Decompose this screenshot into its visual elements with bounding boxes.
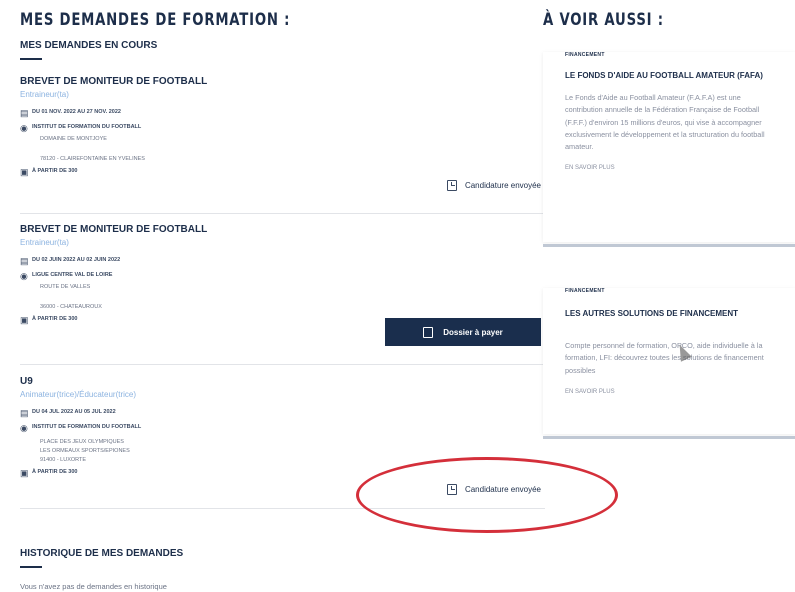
request-organisme: LIGUE CENTRE VAL DE LOIRE <box>32 272 113 278</box>
calendar-icon: ▤ <box>20 256 29 266</box>
request-role[interactable]: Entraineur(ta) <box>20 90 545 99</box>
pay-dossier-button[interactable]: Dossier à payer <box>385 318 541 346</box>
section-underline <box>20 58 42 60</box>
current-requests-label: MES DEMANDES EN COURS <box>20 40 158 51</box>
request-title: U9 <box>20 376 33 387</box>
card-text: Le Fonds d'Aide au Football Amateur (F.A… <box>565 93 765 152</box>
price-card-icon: ▣ <box>20 167 29 177</box>
request-address-line-2: LES ORMEAUX SPORTS/EPIONES <box>40 448 130 454</box>
request-title: BREVET DE MONITEUR DE FOOTBALL <box>20 76 208 87</box>
price-card-icon: ▣ <box>20 315 29 325</box>
request-price: À PARTIR DE 300 <box>32 469 78 475</box>
document-icon <box>423 326 434 338</box>
request-title: BREVET DE MONITEUR DE FOOTBALL <box>20 224 208 235</box>
divider <box>20 364 545 365</box>
request-role[interactable]: Entraineur(ta) <box>20 238 545 247</box>
document-icon <box>446 180 457 191</box>
request-dates: DU 01 NOV. 2022 AU 27 NOV. 2022 <box>32 109 121 115</box>
request-organisme: INSTITUT DE FORMATION DU FOOTBALL <box>32 424 142 430</box>
location-pin-icon: ◉ <box>20 123 28 133</box>
fafa-card[interactable]: FINANCEMENT LE FONDS D'AIDE AU FOOTBALL … <box>543 52 795 242</box>
request-address-line: DOMAINE DE MONTJOYE <box>40 136 107 142</box>
calendar-icon: ▤ <box>20 108 29 118</box>
highlight-circle <box>356 457 618 533</box>
card-title[interactable]: LES AUTRES SOLUTIONS DE FINANCEMENT <box>565 308 773 320</box>
request-address-line: PLACE DES JEUX OLYMPIQUES <box>40 439 124 445</box>
location-pin-icon: ◉ <box>20 423 28 433</box>
calendar-icon: ▤ <box>20 408 29 418</box>
card-more-link[interactable]: EN SAVOIR PLUS <box>565 389 773 395</box>
request-card-2[interactable]: BREVET DE MONITEUR DE FOOTBALL Entraineu… <box>20 224 545 346</box>
card-divider <box>543 244 795 247</box>
request-city-line: 78120 - CLAIREFONTAINE EN YVELINES <box>40 156 145 162</box>
card-divider <box>543 436 795 439</box>
status-sent: Candidature envoyée <box>446 180 541 191</box>
request-price: À PARTIR DE 300 <box>32 316 78 322</box>
pay-button-label: Dossier à payer <box>443 327 503 337</box>
request-city-line: 36000 - CHATEAUROUX <box>40 304 102 310</box>
request-card-1[interactable]: BREVET DE MONITEUR DE FOOTBALL Entraineu… <box>20 76 545 191</box>
card-tag: FINANCEMENT <box>565 52 605 58</box>
autres-financement-card[interactable]: FINANCEMENT LES AUTRES SOLUTIONS DE FINA… <box>543 288 795 434</box>
card-text: Compte personnel de formation, OPCO, aid… <box>565 341 764 375</box>
location-pin-icon: ◉ <box>20 271 28 281</box>
card-title[interactable]: LE FONDS D'AIDE AU FOOTBALL AMATEUR (FAF… <box>565 70 773 82</box>
price-card-icon: ▣ <box>20 468 29 478</box>
section-underline <box>20 566 42 568</box>
request-dates: DU 02 JUIN 2022 AU 02 JUIN 2022 <box>32 257 121 263</box>
history-empty-text: Vous n'avez pas de demandes en historiqu… <box>20 582 167 591</box>
see-also-title: À VOIR AUSSI : <box>543 10 664 30</box>
divider <box>20 213 545 214</box>
status-label: Candidature envoyée <box>464 181 541 190</box>
page-title: MES DEMANDES DE FORMATION : <box>20 10 291 30</box>
history-label: HISTORIQUE DE MES DEMANDES <box>20 548 184 559</box>
request-role[interactable]: Animateur(trice)/Éducateur(trice) <box>20 390 545 399</box>
card-more-link[interactable]: EN SAVOIR PLUS <box>565 165 773 171</box>
request-address-line: ROUTE DE VALLES <box>40 284 91 290</box>
request-organisme: INSTITUT DE FORMATION DU FOOTBALL <box>32 124 142 130</box>
request-dates: DU 04 JUL 2022 AU 05 JUL 2022 <box>32 409 116 415</box>
card-tag: FINANCEMENT <box>565 288 605 294</box>
request-price: À PARTIR DE 300 <box>32 168 78 174</box>
